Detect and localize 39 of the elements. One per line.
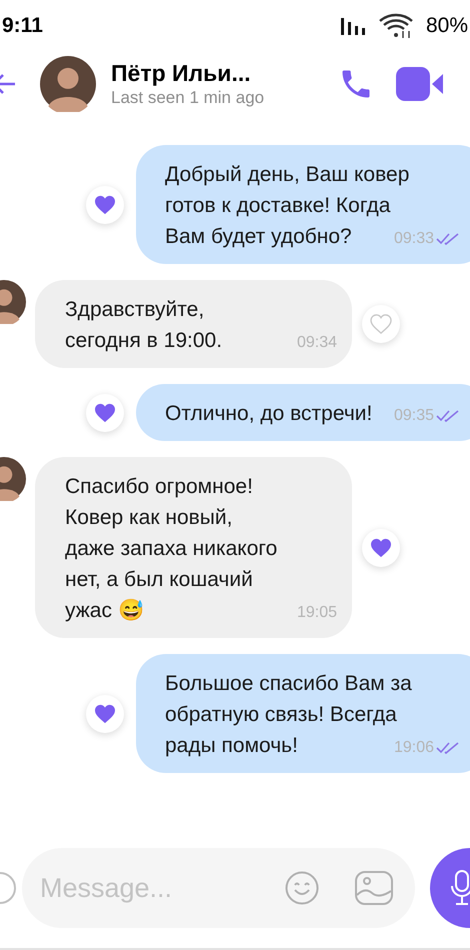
status-time: 9:11 <box>2 13 43 40</box>
message-time: 19:06 <box>394 738 434 758</box>
message-text: Отлично, до встречи! <box>165 401 372 427</box>
message-text: обратную связь! Всегда <box>165 702 398 728</box>
like-button[interactable] <box>362 528 400 566</box>
heart-icon <box>370 538 392 558</box>
message-text: нет, а был кошачий <box>65 567 254 593</box>
heart-icon <box>94 402 116 422</box>
message-time: 09:33 <box>394 229 434 249</box>
wifi-icon <box>378 13 414 39</box>
heart-icon <box>94 704 116 724</box>
video-camera-icon <box>396 66 444 102</box>
attachment-icon <box>0 871 16 905</box>
like-button[interactable] <box>86 694 124 732</box>
message-text: ужас 😅 <box>65 598 144 624</box>
like-button[interactable] <box>86 394 124 432</box>
message-text: Ковер как новый, <box>65 505 234 531</box>
message-text: Большое спасибо Вам за <box>165 671 413 697</box>
heart-icon <box>94 194 116 214</box>
message-text: рады помочь! <box>165 733 298 759</box>
battery-level: 80% <box>426 13 468 40</box>
message-time: 09:34 <box>296 333 337 353</box>
message-time: 09:35 <box>394 406 434 426</box>
last-seen-status: Last seen 1 min ago <box>111 87 264 109</box>
message-text: даже запаха никакого <box>65 536 278 562</box>
message-text: Здравствуйте, <box>65 297 206 323</box>
message-time: 19:05 <box>296 603 337 623</box>
message-text: Добрый день, Ваш ковер <box>165 162 410 188</box>
message-text: Спасибо огромное! <box>65 474 254 500</box>
like-button[interactable] <box>86 186 124 224</box>
avatar-icon <box>40 56 96 112</box>
contact-name: Пётр Ильи... <box>111 59 252 87</box>
microphone-icon <box>450 870 470 906</box>
message-text: Вам будет удобно? <box>165 224 352 250</box>
message-text: готов к доставке! Когда <box>165 193 392 219</box>
message-text: сегодня в 19:00. <box>65 328 222 354</box>
video-call-button[interactable] <box>396 66 444 102</box>
heart-icon <box>370 314 392 334</box>
signal-icon <box>340 17 366 35</box>
